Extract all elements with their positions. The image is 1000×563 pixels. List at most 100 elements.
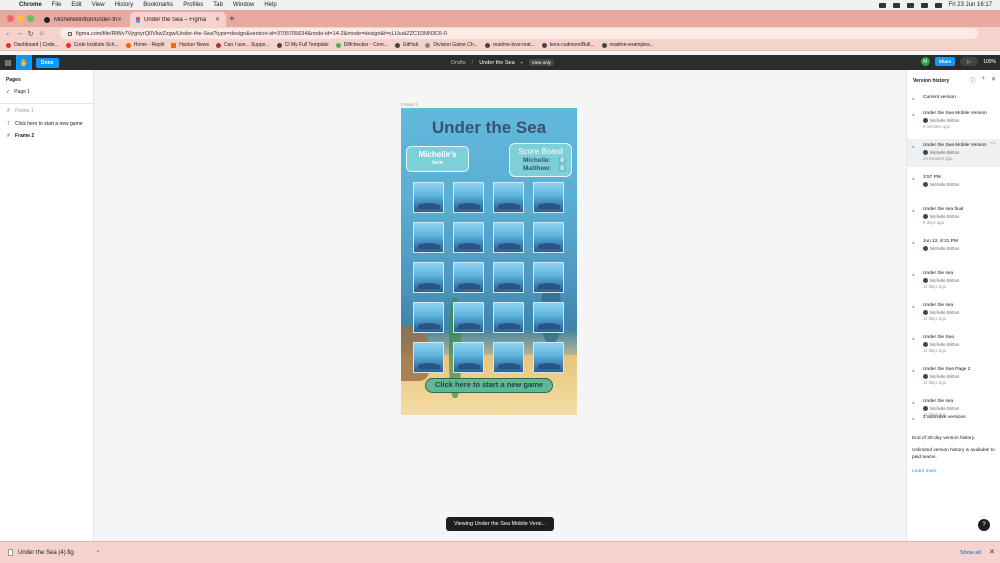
bookmark-item[interactable]: kera-cudmore/Bull... [541,42,595,48]
version-item[interactable]: ● Under the sea Michelle Britton 11 days ag… [907,270,1000,290]
bookmark-item[interactable]: Hacker News [171,42,209,48]
close-tab-icon[interactable]: ✕ [117,16,122,23]
menu-profiles[interactable]: Profiles [178,2,208,8]
memory-card[interactable] [413,342,444,373]
menu-tab[interactable]: Tab [208,2,228,8]
window-minimize-button[interactable] [17,15,24,22]
memory-card[interactable] [413,222,444,253]
search-icon[interactable] [920,2,928,8]
tab-figma[interactable]: Under the Sea – Figma ✕ [130,12,226,27]
chevron-up-icon[interactable]: ^ [97,550,99,556]
memory-card[interactable] [533,182,564,213]
layer-text[interactable]: T Click here to start a new game [6,121,83,127]
memory-card[interactable] [533,222,564,253]
start-game-button[interactable]: Click here to start a new game [425,378,553,393]
close-tab-icon[interactable]: ✕ [215,16,220,23]
frame-label[interactable]: Frame 2 [401,102,418,107]
memory-card[interactable] [493,222,524,253]
version-item[interactable]: ● Under the Sea Michelle Britton 11 days ag… [907,334,1000,354]
present-icon[interactable]: ▷ [960,57,979,66]
menu-history[interactable]: History [110,2,139,8]
home-icon[interactable]: ⌂ [36,30,47,37]
control-center-icon[interactable] [934,2,942,8]
version-item[interactable]: ● Jun 12, 8:31 PM Michelle Britton [907,238,1000,252]
version-item[interactable]: ● Under the Sea Mobile Version Michelle Br… [907,110,1000,130]
current-version-row[interactable]: ● Current version [907,94,1000,104]
menu-window[interactable]: Window [228,2,259,8]
menu-app-name[interactable]: Chrome [14,2,47,8]
back-arrow-icon[interactable]: ← [3,30,14,37]
bookmark-item[interactable]: GitHub [394,42,418,48]
menu-file[interactable]: File [47,2,67,8]
drafts-link[interactable]: Drafts [451,60,466,66]
address-bar[interactable]: figma.com/file/RlWv7VjrgxyrQ0VkwZzgw/Und… [60,28,978,39]
menu-view[interactable]: View [87,2,110,8]
memory-card[interactable] [493,342,524,373]
bookmark-item[interactable]: Diffchecker - Com... [335,42,388,48]
memory-card[interactable] [533,262,564,293]
bookmark-item[interactable]: Home - Replit [125,42,164,48]
version-item[interactable]: ● Under the Sea Mobile Version Michelle Br… [907,139,1000,167]
autosave-versions-row[interactable]: ● 2 autosave versions [907,414,1000,424]
hand-tool-icon[interactable]: ✋ [16,55,32,70]
battery-icon[interactable] [892,2,900,8]
memory-card[interactable] [533,302,564,333]
share-button[interactable]: Share [934,57,956,66]
memory-card[interactable] [453,222,484,253]
memory-card[interactable] [453,262,484,293]
memory-card[interactable] [493,302,524,333]
forward-arrow-icon[interactable]: → [14,30,25,37]
bookmark-item[interactable]: Can I use... Suppo... [216,42,270,48]
file-name[interactable]: Under the Sea [479,60,514,66]
window-close-button[interactable] [7,15,14,22]
game-frame[interactable]: Under the Sea Michelle's turn Score Boar… [401,108,577,415]
memory-card[interactable] [533,342,564,373]
figma-menu-icon[interactable]: ▤ [0,55,16,70]
learn-more-link[interactable]: Learn more [912,469,937,474]
chevron-down-icon[interactable]: ▾ [521,60,523,65]
cloud-icon[interactable] [878,2,886,8]
memory-card[interactable] [413,182,444,213]
view-only-badge[interactable]: View only [528,59,554,66]
info-icon[interactable]: ⓘ [969,76,975,85]
version-item[interactable]: ● 3:57 PM Michelle Britton [907,174,1000,188]
help-button[interactable]: ? [978,519,990,531]
add-version-icon[interactable]: + [981,76,985,85]
menu-bookmarks[interactable]: Bookmarks [138,2,178,8]
memory-card[interactable] [493,262,524,293]
download-item[interactable]: Under the Sea (4).fig ^ [8,549,99,556]
bookmark-item[interactable]: Code Institute Sch... [65,42,119,48]
memory-card[interactable] [413,302,444,333]
memory-card[interactable] [453,302,484,333]
bookmark-item[interactable]: Division Game Ch... [425,42,478,48]
layer-frame-1[interactable]: # Frame 1 [6,108,34,114]
memory-card[interactable] [493,182,524,213]
menu-help[interactable]: Help [259,2,281,8]
memory-card[interactable] [453,342,484,373]
bookmark-item[interactable]: readme-examples... [601,42,654,48]
tab-github[interactable]: MichelleBritton/under-the-sea ✕ [38,12,128,27]
memory-card[interactable] [453,182,484,213]
layer-frame-2[interactable]: # Frame 2 [6,133,34,139]
bookmark-item[interactable]: Dashboard | Code... [6,42,59,48]
new-tab-button[interactable]: + [229,14,235,25]
show-all-link[interactable]: Show all [960,550,981,556]
window-zoom-button[interactable] [27,15,34,22]
reload-icon[interactable]: ↻ [25,30,36,38]
avatar[interactable]: M [920,57,930,66]
version-item[interactable]: ● Under the sea Michelle Britton 11 days ag… [907,302,1000,322]
wifi-icon[interactable] [906,2,914,8]
bookmark-item[interactable]: readme-love-mat... [484,42,535,48]
page-item[interactable]: ✓ Page 1 [6,89,30,95]
done-button[interactable]: Done [36,57,59,68]
menu-edit[interactable]: Edit [66,2,86,8]
version-item[interactable]: ● Under the Sea Page 2 Michelle Britton 11 … [907,366,1000,386]
version-item[interactable]: ● Under the sea final Michelle Britton 5 da… [907,206,1000,226]
memory-card[interactable] [413,262,444,293]
zoom-level[interactable]: 100% [983,59,996,65]
menubar-clock[interactable]: Fri 23 Jun 16:17 [949,2,992,8]
close-icon[interactable]: ✕ [991,76,996,85]
more-options-icon[interactable]: ⋯ [990,140,996,147]
bookmark-item[interactable]: CI My Full Template [276,42,329,48]
close-download-bar-icon[interactable]: ✕ [989,548,995,556]
